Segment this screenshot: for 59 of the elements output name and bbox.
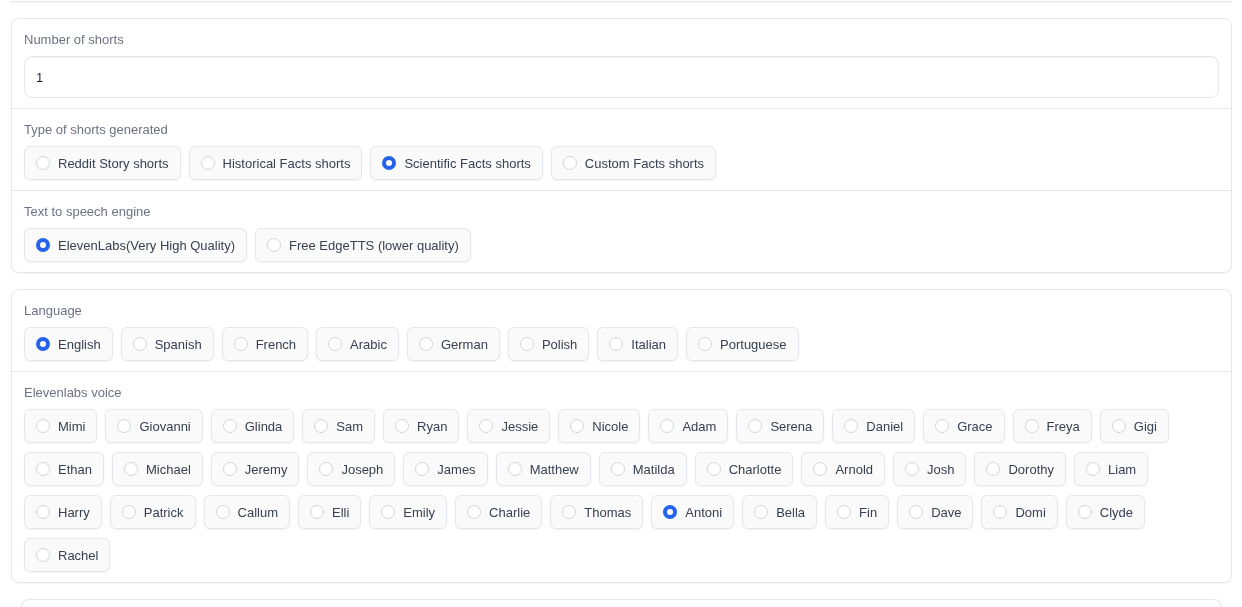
radio-option[interactable]: Adam	[648, 409, 729, 443]
radio-option[interactable]: Ethan	[24, 452, 104, 486]
radio-option[interactable]: Domi	[981, 495, 1058, 529]
radio-option[interactable]: James	[403, 452, 488, 486]
radio-option[interactable]: Polish	[507, 327, 590, 361]
radio-option[interactable]: Patrick	[109, 495, 196, 529]
radio-option[interactable]: Giovanni	[105, 409, 203, 443]
radio-option[interactable]: Charlie	[455, 495, 543, 529]
radio-option[interactable]: Daniel	[832, 409, 916, 443]
radio-option[interactable]: German	[406, 327, 500, 361]
radio-option[interactable]: Nicole	[558, 409, 641, 443]
radio-option[interactable]: Fin	[825, 495, 890, 529]
number-field[interactable]: 1	[24, 56, 1219, 98]
radio-option[interactable]: Jessie	[467, 409, 551, 443]
radio-option[interactable]: Liam	[1074, 452, 1149, 486]
radio-option[interactable]: Bella	[742, 495, 818, 529]
radio-option[interactable]: Josh	[893, 452, 967, 486]
radio-option[interactable]: Matilda	[598, 452, 687, 486]
radio-option[interactable]: Rachel	[24, 538, 111, 572]
radio-option[interactable]: Joseph	[307, 452, 396, 486]
radio-option[interactable]: Serena	[736, 409, 825, 443]
radio-option[interactable]: Scientific Facts shorts	[370, 146, 543, 180]
radio-option[interactable]: Dorothy	[974, 452, 1066, 486]
radio-option[interactable]: Harry	[24, 495, 102, 529]
section-label: Language	[24, 303, 82, 318]
section-label: Elevenlabs voice	[24, 385, 122, 400]
radio-option[interactable]: Free EdgeTTS (lower quality)	[255, 228, 471, 262]
radio-option[interactable]: French	[221, 327, 309, 361]
radio-option[interactable]: Antoni	[651, 495, 735, 529]
radio-option[interactable]: Thomas	[550, 495, 644, 529]
radio-option[interactable]: Elli	[298, 495, 362, 529]
radio-option[interactable]: Custom Facts shorts	[550, 146, 717, 180]
radio-option[interactable]: Sam	[302, 409, 376, 443]
radio-option[interactable]: Spanish	[120, 327, 214, 361]
radio-option[interactable]: Freya	[1012, 409, 1092, 443]
section-label: Type of shorts generated	[24, 122, 168, 137]
radio-option[interactable]: Historical Facts shorts	[188, 146, 363, 180]
radio-option[interactable]: Dave	[897, 495, 974, 529]
radio-option[interactable]: Grace	[923, 409, 1005, 443]
radio-option[interactable]: ElevenLabs(Very High Quality)	[24, 228, 248, 262]
radio-option[interactable]: Mimi	[24, 409, 98, 443]
radio-option[interactable]: Emily	[369, 495, 448, 529]
radio-option[interactable]: Reddit Story shorts	[24, 146, 181, 180]
radio-option[interactable]: Portuguese	[686, 327, 799, 361]
radio-option[interactable]: Clyde	[1065, 495, 1146, 529]
section-label: Number of shorts	[24, 32, 124, 47]
radio-option[interactable]: Callum	[203, 495, 290, 529]
radio-option[interactable]: Michael	[112, 452, 203, 486]
radio-option[interactable]: Gigi	[1099, 409, 1169, 443]
radio-option[interactable]: Italian	[597, 327, 679, 361]
radio-option[interactable]: Matthew	[495, 452, 591, 486]
radio-option[interactable]: Arabic	[316, 327, 399, 361]
section-label: Text to speech engine	[24, 204, 151, 219]
radio-option[interactable]: Jeremy	[210, 452, 300, 486]
radio-option[interactable]: English	[24, 327, 113, 361]
radio-option[interactable]: Charlotte	[694, 452, 794, 486]
radio-option[interactable]: Glinda	[210, 409, 295, 443]
radio-option[interactable]: Ryan	[383, 409, 460, 443]
radio-option[interactable]: Arnold	[801, 452, 885, 486]
